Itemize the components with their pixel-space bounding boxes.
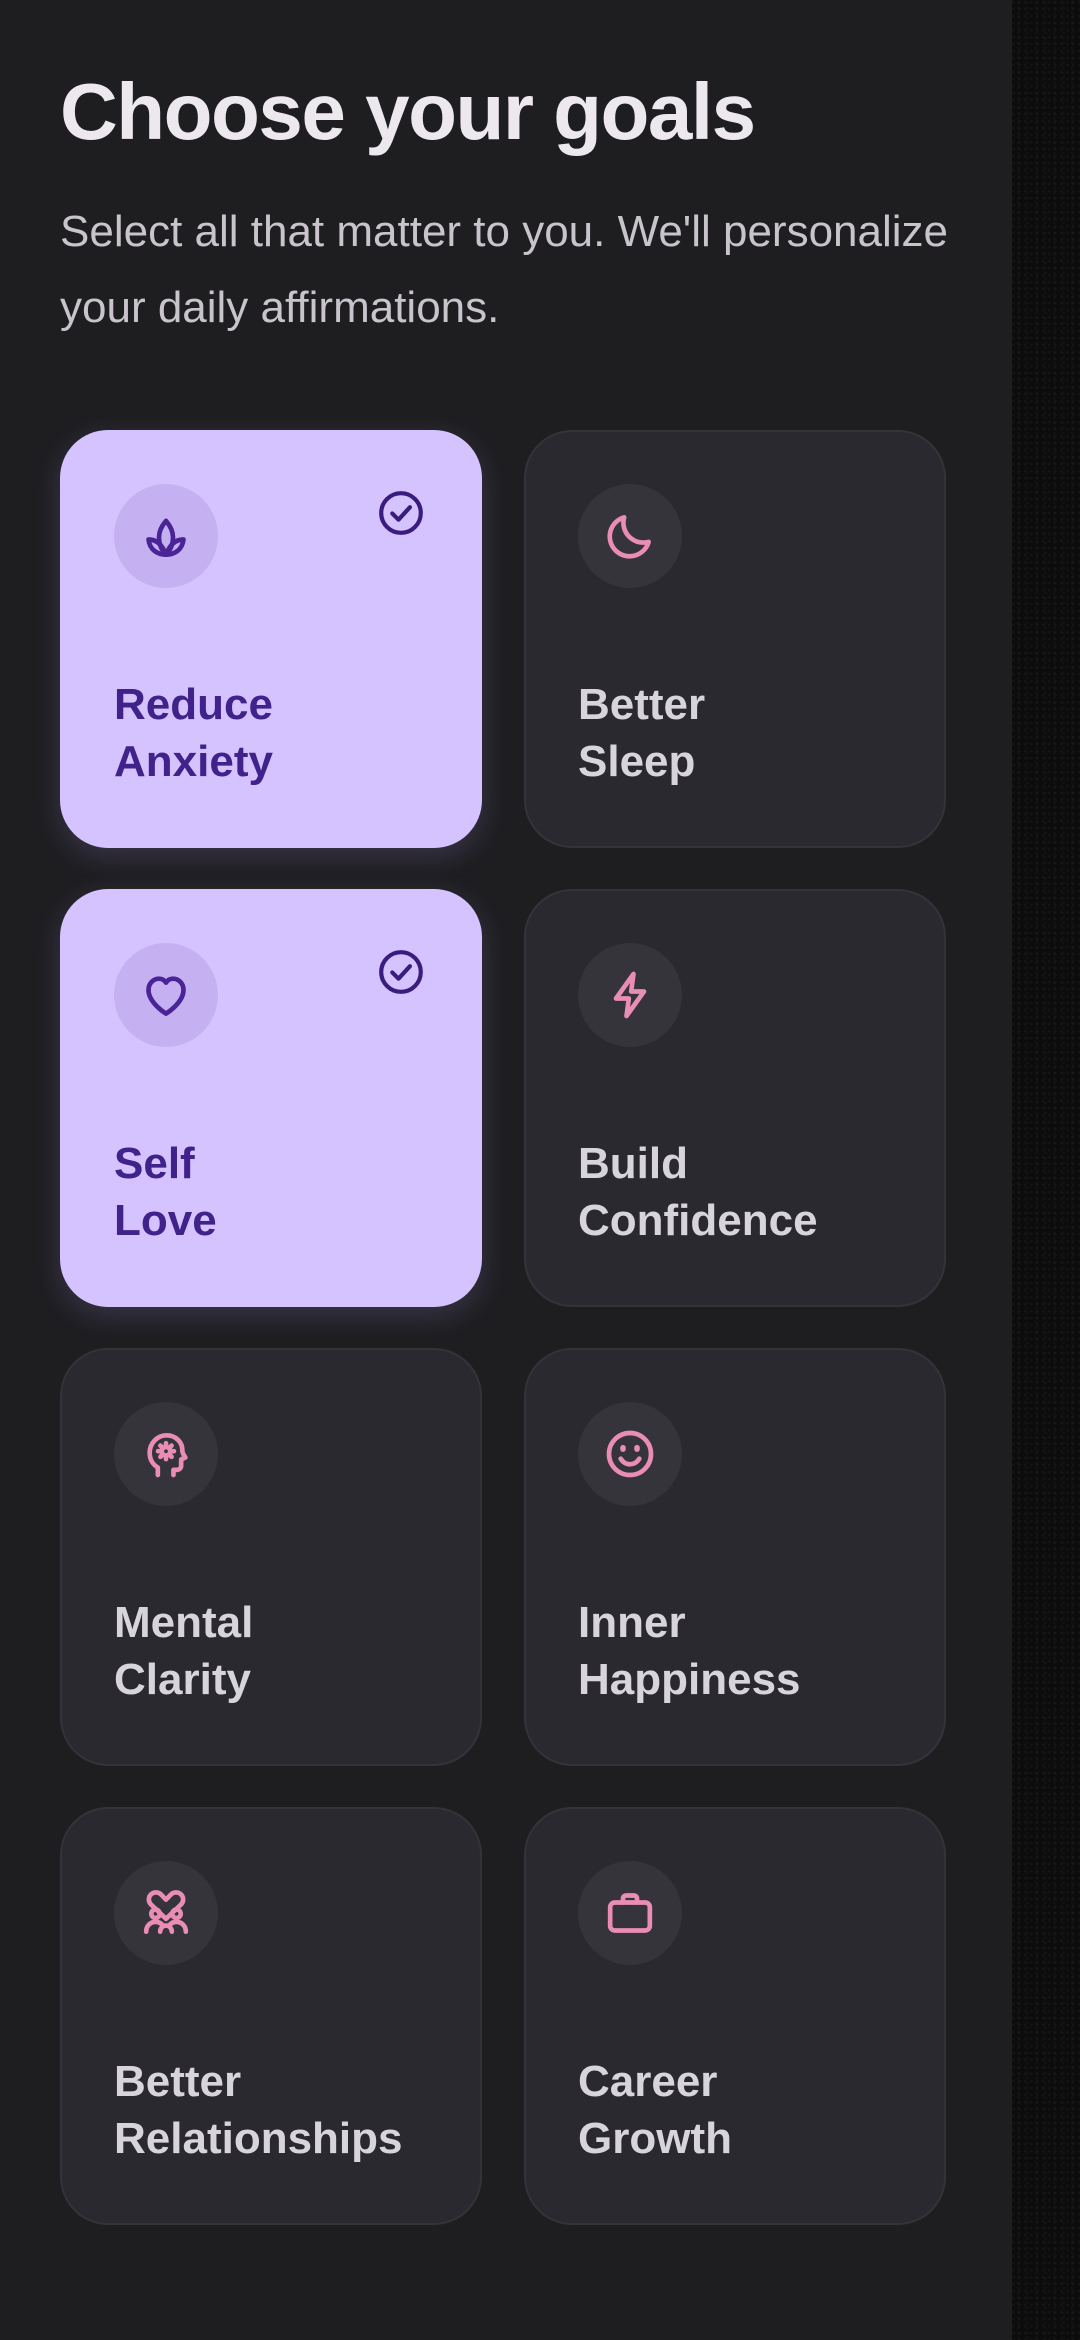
- goal-card-mental-clarity[interactable]: Mental Clarity: [60, 1348, 482, 1766]
- goal-label-line1: Better: [114, 2057, 242, 2106]
- goal-label-line1: Better: [578, 680, 706, 729]
- goal-label-line2: Happiness: [578, 1655, 801, 1704]
- goal-label: Self Love: [114, 1135, 450, 1249]
- goal-label-line2: Confidence: [578, 1196, 818, 1245]
- goals-grid: Reduce Anxiety Better Sleep Self Love Bu…: [60, 430, 946, 2225]
- goal-label-line1: Mental: [114, 1598, 254, 1647]
- page-subtitle: Select all that matter to you. We'll per…: [60, 207, 949, 332]
- goal-label-line2: Clarity: [114, 1655, 251, 1704]
- goal-label: Better Relationships: [114, 2053, 450, 2167]
- goal-label-line1: Reduce: [114, 680, 273, 729]
- moon-icon: [578, 484, 682, 588]
- goal-card-self-love[interactable]: Self Love: [60, 889, 482, 1307]
- goal-label-line2: Relationships: [114, 2114, 403, 2163]
- goal-card-reduce-anxiety[interactable]: Reduce Anxiety: [60, 430, 482, 848]
- check-circle-icon: [376, 488, 426, 538]
- side-edge-strip: [1012, 0, 1080, 2340]
- goal-label-line2: Anxiety: [114, 737, 273, 786]
- goal-card-better-relationships[interactable]: Better Relationships: [60, 1807, 482, 2225]
- lotus-icon: [114, 484, 218, 588]
- goal-label-line1: Career: [578, 2057, 718, 2106]
- goal-label-line2: Love: [114, 1196, 217, 1245]
- page-title: Choose your goals: [60, 67, 756, 156]
- goal-label-line1: Build: [578, 1139, 688, 1188]
- goal-label-line2: Growth: [578, 2114, 732, 2163]
- goal-label-line1: Inner: [578, 1598, 686, 1647]
- goals-screen: Choose your goals Select all that matter…: [0, 0, 1012, 2340]
- briefcase-icon: [578, 1861, 682, 1965]
- goal-card-build-confidence[interactable]: Build Confidence: [524, 889, 946, 1307]
- heart-icon: [114, 943, 218, 1047]
- smile-icon: [578, 1402, 682, 1506]
- head-gear-icon: [114, 1402, 218, 1506]
- goal-label: Reduce Anxiety: [114, 676, 450, 790]
- goal-card-better-sleep[interactable]: Better Sleep: [524, 430, 946, 848]
- goal-label: Better Sleep: [578, 676, 914, 790]
- people-heart-icon: [114, 1861, 218, 1965]
- lightning-icon: [578, 943, 682, 1047]
- goal-label: Mental Clarity: [114, 1594, 450, 1708]
- check-circle-icon: [376, 947, 426, 997]
- goal-label: Inner Happiness: [578, 1594, 914, 1708]
- goal-label: Build Confidence: [578, 1135, 914, 1249]
- goal-label-line2: Sleep: [578, 737, 696, 786]
- goal-label: Career Growth: [578, 2053, 914, 2167]
- goal-card-inner-happiness[interactable]: Inner Happiness: [524, 1348, 946, 1766]
- goal-label-line1: Self: [114, 1139, 195, 1188]
- goal-card-career-growth[interactable]: Career Growth: [524, 1807, 946, 2225]
